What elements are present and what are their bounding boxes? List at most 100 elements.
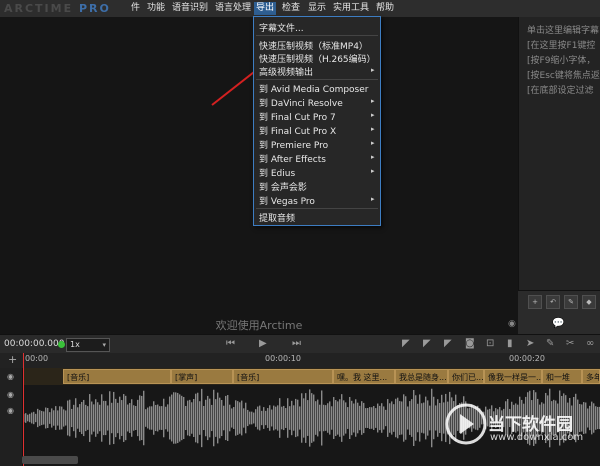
menu-item-after-effects[interactable]: 到 After Effects [259,152,326,165]
waveform-bar [155,404,157,432]
marker-icon[interactable]: ◤ [444,338,452,349]
hint-line: [在底部设定过滤 [527,86,594,96]
waveform-bar [47,407,49,429]
waveform-bar [259,405,261,431]
camera-icon[interactable]: ◙ [465,338,475,349]
menu-item-quick-mp4[interactable]: 快速压制视频（标准MP4） [259,39,368,52]
menu-speech-recognition[interactable]: 语音识别 [172,2,208,15]
waveform-bar [235,400,237,436]
waveform-bar [285,408,287,428]
waveform-bar [291,400,293,436]
waveform-bar [353,403,355,433]
subtitle-block[interactable]: [音乐] [63,369,171,384]
timeline-scrollbar[interactable] [22,456,78,464]
waveform-bar [429,405,431,431]
track-headers: ◉ ◉ ◉ [0,368,23,466]
subtitle-block[interactable]: 和一堆 [542,369,582,384]
waveform-bar [315,401,317,435]
waveform-bar [441,394,443,442]
menu-check[interactable]: 检查 [282,2,300,15]
waveform-bar [253,412,255,424]
prev-icon[interactable]: ⏮ [226,338,235,349]
waveform-bar [183,396,185,440]
insert-icon[interactable]: + [528,295,542,309]
menu-item-vegas[interactable]: 到 Vegas Pro [259,194,315,207]
menu-export[interactable]: 导出 [254,2,277,15]
waveform-bar [377,403,379,433]
chat-icon[interactable]: 💬 [552,318,564,329]
waveform-bar [25,413,27,423]
menu-item-edius[interactable]: 到 Edius [259,166,295,179]
subtitle-editor-panel[interactable]: 单击这里编辑字幕 [在这里按F1键控 [按F9缩小字体， [按Esc键将焦点返 … [518,17,600,334]
menu-help[interactable]: 帮助 [376,2,394,15]
waveform-bar [241,400,243,436]
menu-file[interactable]: 件 [131,2,140,15]
eye-icon[interactable]: ◉ [7,390,14,399]
menu-item-davinci[interactable]: 到 DaVinci Resolve [259,96,343,109]
next-icon[interactable]: ⏭ [292,338,301,349]
link-icon[interactable]: ∞ [586,338,594,349]
marker-icon[interactable]: ◤ [402,338,410,349]
pencil-icon[interactable]: ✎ [564,295,578,309]
waveform-bar [593,403,595,433]
menu-item-premiere[interactable]: 到 Premiere Pro [259,138,328,151]
menu-item-avid[interactable]: 到 Avid Media Composer [259,82,369,95]
menu-item-quick-h265[interactable]: 快速压制视频（H.265编码） [259,52,376,65]
waveform-bar [163,398,165,438]
menu-item-videostudio[interactable]: 到 会声会影 [259,180,307,193]
waveform-bar [127,404,129,432]
waveform-bar [277,405,279,431]
eye-icon[interactable]: ◉ [7,372,14,381]
waveform-bar [439,402,441,434]
menu-language-processing[interactable]: 语言处理 [215,2,251,15]
waveform-bar [113,391,115,445]
waveform-bar [153,401,155,435]
subtitle-block[interactable]: 像我一样是一... [484,369,542,384]
waveform-bar [577,399,579,437]
waveform-bar [267,408,269,428]
zoom-icon[interactable]: ⊡ [486,338,494,349]
waveform-bar [71,408,73,428]
menu-item-advanced-output[interactable]: 高级视频输出 [259,65,313,78]
waveform-bar [597,406,599,430]
menu-item-subtitle-file[interactable]: 字幕文件... [259,21,304,34]
cursor-icon[interactable]: ➤ [526,338,534,349]
menu-function[interactable]: 功能 [147,2,165,15]
speed-select[interactable]: 1x ▾ [66,338,110,352]
scissors-icon[interactable]: ✂ [566,338,574,349]
waveform-bar [149,406,151,430]
menu-item-fcpx[interactable]: 到 Final Cut Pro X [259,124,336,137]
waveform-bar [409,401,411,435]
edit-icon[interactable]: ✎ [546,338,554,349]
subtitle-block[interactable]: 你们已... [448,369,484,384]
menu-item-fcp7[interactable]: 到 Final Cut Pro 7 [259,110,336,123]
subtitle-block[interactable]: [掌声] [171,369,233,384]
subtitle-block[interactable]: [音乐] [233,369,333,384]
waveform-bar [411,399,413,437]
eye-icon[interactable]: ◉ [7,406,14,415]
menu-display[interactable]: 显示 [308,2,326,15]
waveform-bar [93,404,95,432]
playhead[interactable] [23,353,24,466]
waveform-bar [363,402,365,434]
subtitle-block[interactable]: 多年 [582,369,600,384]
undo-icon[interactable]: ↶ [546,295,560,309]
visibility-icon[interactable]: ◉ [508,319,516,329]
waveform-bar [289,406,291,430]
menu-utilities[interactable]: 实用工具 [333,2,369,15]
subtitle-block[interactable]: 我总是随身... [395,369,448,384]
tag-icon[interactable]: ◆ [582,295,596,309]
waveform-bar [319,404,321,432]
time-ruler[interactable]: 00:00 00:00:10 00:00:20 [0,353,600,369]
trash-icon[interactable]: ▮ [507,338,513,349]
marker-icon[interactable]: ◤ [423,338,431,349]
waveform-bar [313,394,315,442]
menu-item-extract-audio[interactable]: 提取音频 [259,211,295,224]
waveform-bar [99,404,101,432]
waveform-bar [145,409,147,427]
waveform-bar [215,399,217,437]
waveform-bar [293,405,295,431]
subtitle-block[interactable]: 嘿。我 这里... [333,369,395,384]
play-icon[interactable]: ▶ [259,338,267,349]
add-track-icon[interactable]: + [8,353,17,366]
